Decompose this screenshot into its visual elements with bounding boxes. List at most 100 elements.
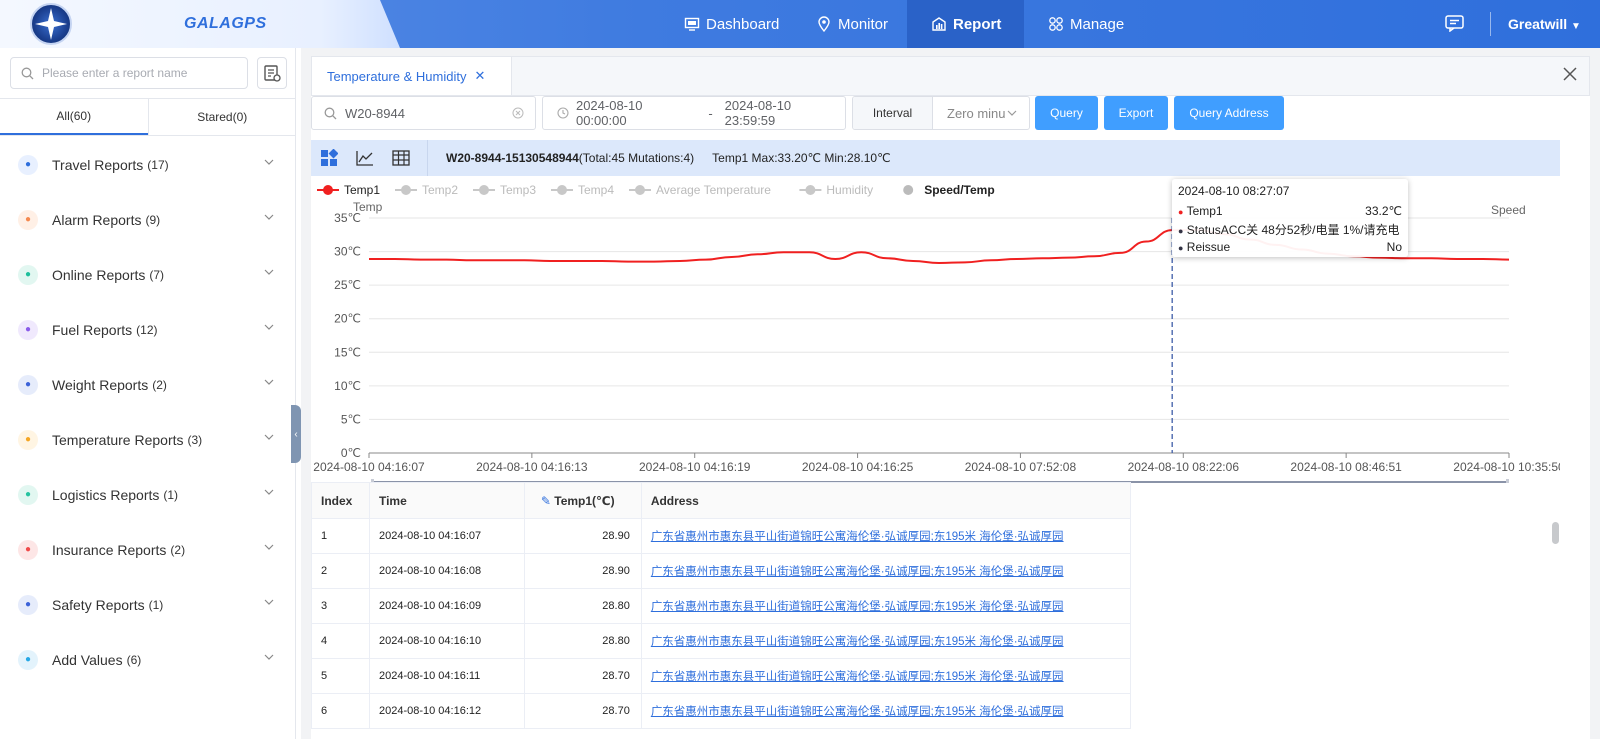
address-link[interactable]: 广东省惠州市惠东县平山街道锦旺公寓海伦堡·弘诚厚园;东195米 海伦堡·弘诚厚园 — [651, 531, 1064, 543]
star-logo-icon — [35, 8, 67, 40]
caret-down-icon: ▼ — [1571, 21, 1581, 32]
table-row[interactable]: 6 2024-08-10 04:16:12 28.70 广东省惠州市惠东县平山街道锦旺… — [311, 693, 1560, 729]
query-address-button[interactable]: Query Address — [1174, 96, 1284, 130]
chevron-left-icon: ‹ — [294, 428, 298, 440]
view-mode-chart[interactable] — [347, 140, 383, 176]
category-list: ● Travel Reports (17) ● Alarm Reports (9) ● Onl… — [0, 137, 296, 687]
tooltip-row: ● Temp1 33.2℃ — [1178, 202, 1402, 220]
address-link[interactable]: 广东省惠州市惠东县平山街道锦旺公寓海伦堡·弘诚厚园;东195米 海伦堡·弘诚厚园 — [651, 706, 1064, 718]
tooltip-row: ● StatusACC关 48分52秒/电量 1%/请充电 — [1178, 220, 1402, 238]
report-list-button[interactable] — [257, 57, 287, 89]
logo[interactable] — [30, 3, 72, 45]
address-link[interactable]: 广东省惠州市惠东县平山街道锦旺公寓海伦堡·弘诚厚园;东195米 海伦堡·弘诚厚园 — [651, 601, 1064, 613]
table-scrollbar[interactable] — [1552, 518, 1559, 739]
sidebar-item-count: (12) — [136, 322, 158, 337]
sidebar-item-alarm-reports[interactable]: ● Alarm Reports (9) — [0, 192, 296, 247]
sidebar-item-count: (17) — [147, 157, 169, 172]
shield-icon: ● — [18, 539, 38, 560]
cell-time: 2024-08-10 04:16:09 — [368, 588, 525, 624]
document-list-icon — [264, 65, 281, 82]
tooltip-value: No — [1386, 240, 1402, 254]
tab-temperature-humidity[interactable]: Temperature & Humidity ✕ — [312, 57, 512, 95]
report-panel: W20-8944 2024-08-10 00:00:00 - 2024-08-1… — [311, 96, 1590, 739]
cell-time: 2024-08-10 04:16:07 — [368, 518, 525, 554]
address-link[interactable]: 广东省惠州市惠东县平山街道锦旺公寓海伦堡·弘诚厚园;东195米 海伦堡·弘诚厚园 — [651, 566, 1064, 578]
sidebar-item-label: Add Values — [52, 651, 123, 668]
col-index[interactable]: Index — [311, 482, 370, 519]
cell-index: 5 — [311, 658, 370, 694]
x-tick-label: 2024-08-10 10:35:50 — [1453, 460, 1560, 474]
chart-tooltip: 2024-08-10 08:27:07 ● Temp1 33.2℃ ● Stat… — [1172, 179, 1408, 257]
sidebar-item-count: (1) — [163, 487, 179, 502]
scrollbar-thumb[interactable] — [1552, 522, 1559, 544]
cell-address: 广东省惠州市惠东县平山街道锦旺公寓海伦堡·弘诚厚园;东195米 海伦堡·弘诚厚园 — [640, 518, 1132, 554]
sidebar-item-online-reports[interactable]: ● Online Reports (7) — [0, 247, 296, 302]
chevron-down-icon — [264, 324, 274, 330]
cell-index: 6 — [311, 693, 370, 729]
nav-monitor[interactable]: Monitor — [816, 0, 888, 48]
sidebar-item-insurance-reports[interactable]: ● Insurance Reports (2) — [0, 522, 296, 577]
cell-filler — [1131, 694, 1560, 729]
report-search-input[interactable] — [42, 66, 232, 80]
col-temp[interactable]: ✎ Temp1(℃) — [523, 482, 642, 519]
vehicle-select[interactable]: W20-8944 — [311, 96, 536, 130]
cell-address: 广东省惠州市惠东县平山街道锦旺公寓海伦堡·弘诚厚园;东195米 海伦堡·弘诚厚园 — [640, 623, 1132, 659]
clear-icon[interactable] — [512, 107, 524, 119]
date-range-picker[interactable]: 2024-08-10 00:00:00 - 2024-08-10 23:59:5… — [542, 96, 846, 130]
main-area: Temperature & Humidity ✕ W20-8944 2024-0… — [301, 48, 1600, 739]
close-icon[interactable] — [1561, 65, 1579, 83]
tab-all[interactable]: All(60) — [0, 99, 148, 135]
temperature-chart[interactable]: Temp1 Temp2 Temp3 Temp4 Average Temperature H… — [311, 176, 1565, 496]
tooltip-label: StatusACC关 48分52秒/电量 1%/请充电 — [1186, 222, 1400, 237]
tab-label: Temperature & Humidity — [327, 68, 467, 84]
cell-filler — [1131, 659, 1560, 694]
col-address[interactable]: Address — [640, 482, 1132, 519]
table-row[interactable]: 1 2024-08-10 04:16:07 28.90 广东省惠州市惠东县平山街道锦旺… — [311, 518, 1560, 554]
nav-report[interactable]: Report — [907, 0, 1024, 48]
table-row[interactable]: 2 2024-08-10 04:16:08 28.90 广东省惠州市惠东县平山街道锦旺… — [311, 553, 1560, 589]
sidebar-item-add-values[interactable]: ● Add Values (6) — [0, 632, 296, 687]
sidebar-item-fuel-reports[interactable]: ● Fuel Reports (12) — [0, 302, 296, 357]
sidebar-item-travel-reports[interactable]: ● Travel Reports (17) — [0, 137, 296, 192]
sidebar-item-label: Fuel Reports — [52, 321, 133, 338]
message-icon[interactable] — [1445, 15, 1464, 32]
chevron-down-icon — [264, 214, 274, 220]
table-header-row: Index Time ✎ Temp1(℃) Address — [311, 482, 1560, 519]
y-tick-label: 0℃ — [341, 446, 361, 460]
x-tick-label: 2024-08-10 07:52:08 — [965, 460, 1077, 474]
cell-temp: 28.70 — [523, 658, 642, 694]
col-time[interactable]: Time — [368, 482, 525, 519]
table-row[interactable]: 4 2024-08-10 04:16:10 28.80 广东省惠州市惠东县平山街道锦旺… — [311, 623, 1560, 659]
address-link[interactable]: 广东省惠州市惠东县平山街道锦旺公寓海伦堡·弘诚厚园;东195米 海伦堡·弘诚厚园 — [651, 636, 1064, 648]
interval-select[interactable]: Zero minu — [947, 106, 1006, 121]
edit-pen-icon: ✎ — [540, 493, 551, 508]
sidebar-item-label: Temperature Reports — [52, 431, 184, 448]
start-date[interactable]: 2024-08-10 00:00:00 — [576, 98, 696, 128]
tooltip-time: 2024-08-10 08:27:07 — [1178, 184, 1290, 198]
nav-manage[interactable]: Manage — [1048, 0, 1124, 48]
sidebar-item-weight-reports[interactable]: ● Weight Reports (2) — [0, 357, 296, 412]
address-link[interactable]: 广东省惠州市惠东县平山街道锦旺公寓海伦堡·弘诚厚园;东195米 海伦堡·弘诚厚园 — [651, 671, 1064, 683]
cell-temp: 28.70 — [523, 693, 642, 729]
view-mode-dashboard[interactable] — [311, 140, 347, 176]
table-row[interactable]: 5 2024-08-10 04:16:11 28.70 广东省惠州市惠东县平山街道锦旺… — [311, 658, 1560, 694]
sidebar-item-logistics-reports[interactable]: ● Logistics Reports (1) — [0, 467, 296, 522]
tab-stared[interactable]: Stared(0) — [147, 99, 297, 135]
sidebar-item-label: Weight Reports — [52, 376, 149, 393]
end-date[interactable]: 2024-08-10 23:59:59 — [725, 98, 845, 128]
tooltip-value: 33.2℃ — [1365, 204, 1402, 218]
table-row[interactable]: 3 2024-08-10 04:16:09 28.80 广东省惠州市惠东县平山街道锦旺… — [311, 588, 1560, 624]
query-button[interactable]: Query — [1035, 96, 1098, 130]
y-tick-label: 35℃ — [334, 211, 361, 225]
user-menu[interactable]: Greatwill ▼ — [1508, 16, 1581, 32]
chevron-down-icon — [1007, 110, 1017, 116]
date-separator: - — [708, 105, 713, 121]
sidebar-item-temperature-reports[interactable]: ● Temperature Reports (3) — [0, 412, 296, 467]
thermometer-icon: ● — [18, 429, 38, 450]
nav-dashboard[interactable]: Dashboard — [684, 0, 779, 48]
sidebar-collapse-handle[interactable]: ‹ — [291, 405, 301, 463]
close-tab-icon[interactable]: ✕ — [474, 68, 485, 84]
view-mode-table[interactable] — [383, 140, 419, 176]
export-button[interactable]: Export — [1104, 96, 1168, 130]
sidebar-item-safety-reports[interactable]: ● Safety Reports (1) — [0, 577, 296, 632]
